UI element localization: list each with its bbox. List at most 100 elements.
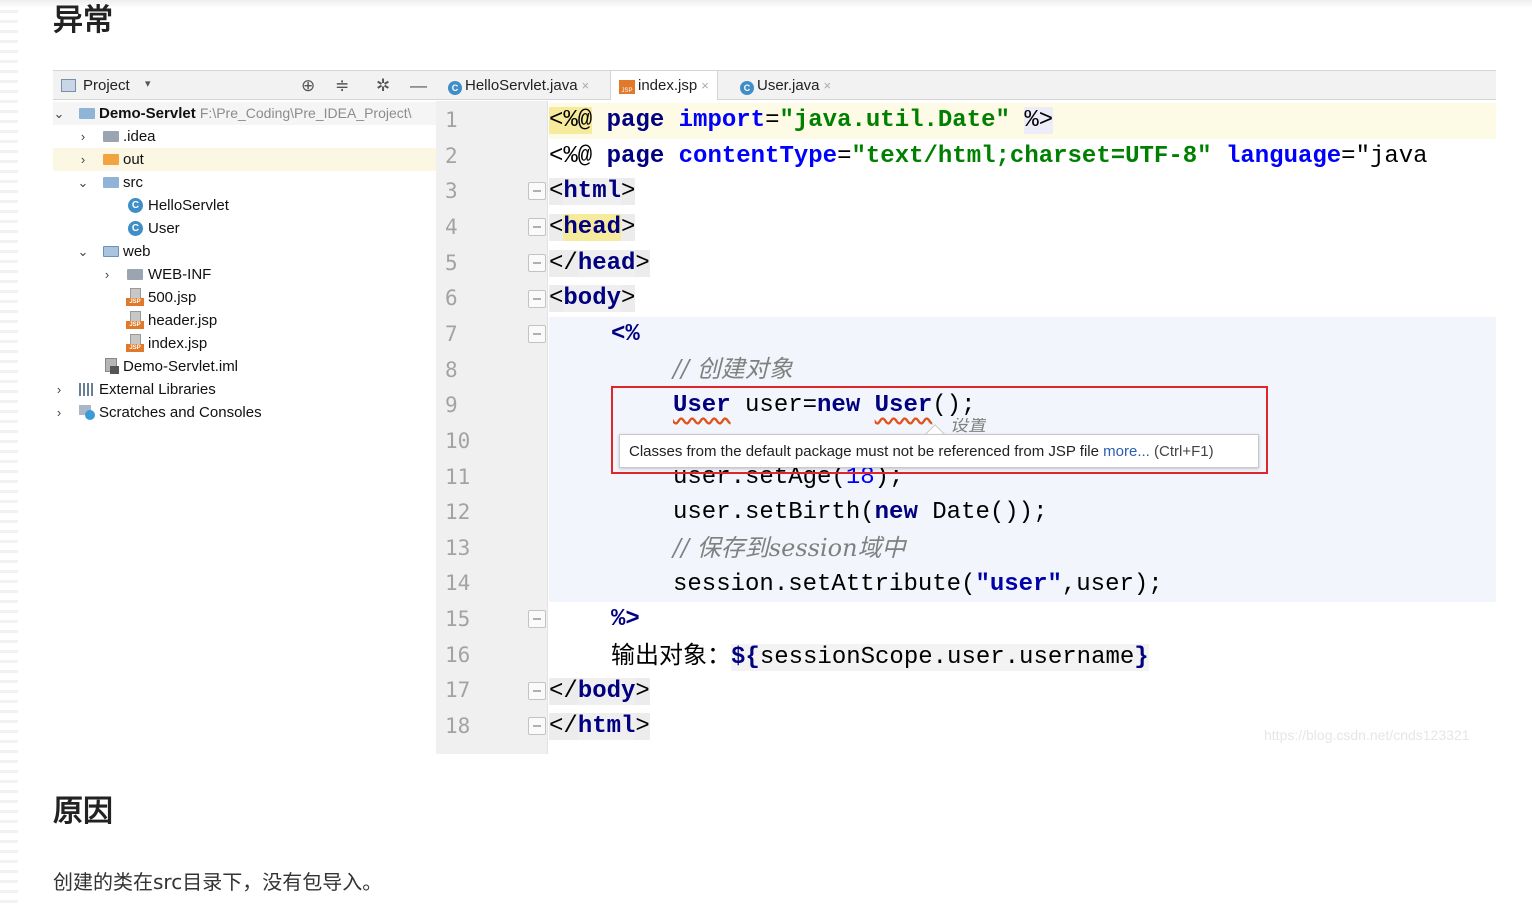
line-number: 1	[445, 108, 458, 132]
code-line-13: // 保存到session域中	[673, 534, 906, 562]
tree-item-label: Scratches and Consoles	[99, 404, 262, 421]
gear-icon[interactable]: ✲	[376, 76, 390, 96]
close-icon[interactable]: ×	[701, 78, 709, 93]
line-number: 4	[445, 214, 458, 239]
library-icon	[79, 383, 95, 396]
line-number: 15	[445, 607, 471, 632]
fold-marker-icon[interactable]	[528, 254, 546, 272]
fold-marker-icon[interactable]	[528, 610, 546, 628]
highlight-box	[611, 386, 1268, 474]
close-icon[interactable]: ×	[824, 78, 832, 93]
class-icon: C	[128, 198, 143, 213]
chevron-down-icon[interactable]: ▾	[145, 77, 151, 90]
code-line-4: <head>	[549, 214, 636, 241]
line-number: 12	[445, 500, 471, 525]
tree-item-label: WEB-INF	[148, 266, 212, 283]
tree-item-demo-servlet[interactable]: ⌄ Demo-Servlet F:\Pre_Coding\Pre_IDEA_Pr…	[53, 102, 436, 125]
fold-marker-icon[interactable]	[528, 717, 546, 735]
tree-item-out[interactable]: › out	[53, 148, 436, 171]
tree-item-label: header.jsp	[148, 312, 218, 329]
heading-reason: 原因	[53, 794, 113, 829]
line-number: 6	[445, 286, 458, 311]
code-line-18: </html>	[549, 713, 650, 740]
chevron-down-icon[interactable]: ⌄	[53, 102, 65, 125]
close-icon[interactable]: ×	[582, 78, 590, 93]
code-line-8: // 创建对象	[673, 355, 793, 383]
chevron-right-icon[interactable]: ›	[53, 401, 65, 424]
chevron-right-icon[interactable]: ›	[77, 125, 89, 148]
tree-item-label: src	[123, 174, 143, 191]
page-left-rail	[0, 0, 18, 905]
chevron-down-icon[interactable]: ⌄	[77, 171, 89, 194]
line-number: 17	[445, 678, 471, 703]
tree-item-label: .idea	[123, 128, 156, 145]
jsp-file-icon: JSP	[126, 288, 144, 306]
orange-folder-icon	[103, 154, 119, 165]
code-line-14: session.setAttribute("user",user);	[673, 571, 1163, 598]
tree-item-src[interactable]: ⌄ src	[53, 171, 436, 194]
project-view-icon	[61, 79, 76, 92]
line-number: 2	[445, 143, 458, 168]
tree-item-scratches[interactable]: › Scratches and Consoles	[53, 401, 436, 424]
tab-user-java[interactable]: C User.java ×	[740, 71, 831, 100]
tree-item-external-libraries[interactable]: › External Libraries	[53, 378, 436, 401]
web-folder-icon	[103, 246, 119, 257]
code-line-5: </head>	[549, 250, 650, 277]
folder-icon	[103, 131, 119, 142]
jsp-file-icon: JSP	[126, 311, 144, 329]
jsp-file-icon: JSP	[126, 334, 144, 352]
line-number: 8	[445, 357, 458, 382]
minimize-icon[interactable]: —	[410, 76, 427, 96]
chevron-right-icon[interactable]: ›	[101, 263, 113, 286]
project-view-selector[interactable]: Project	[83, 77, 130, 94]
project-panel-header: Project ▾ ⊕ ≑ ✲ —	[53, 70, 436, 100]
line-number: 3	[445, 179, 458, 204]
target-icon[interactable]: ⊕	[301, 76, 315, 96]
tree-item-label: HelloServlet	[148, 197, 229, 214]
chevron-right-icon[interactable]: ›	[53, 378, 65, 401]
fold-marker-icon[interactable]	[528, 218, 546, 236]
scratches-icon	[79, 405, 96, 420]
tree-item-web[interactable]: ⌄ web	[53, 240, 436, 263]
line-number: 5	[445, 250, 458, 275]
tab-helloservlet-java[interactable]: C HelloServlet.java ×	[448, 71, 589, 100]
code-line-6: <body>	[549, 285, 636, 312]
fold-marker-icon[interactable]	[528, 325, 546, 343]
project-path: F:\Pre_Coding\Pre_IDEA_Project\	[199, 105, 412, 121]
fold-marker-icon[interactable]	[528, 182, 546, 200]
code-line-12: user.setBirth(new Date());	[673, 499, 1048, 526]
iml-file-icon	[105, 358, 119, 374]
class-icon: C	[448, 81, 462, 95]
tree-item-label: Demo-Servlet.iml	[123, 358, 239, 375]
tree-item-500-jsp[interactable]: JSP 500.jsp	[53, 286, 436, 309]
tab-index-jsp[interactable]: JSP index.jsp ×	[610, 71, 718, 100]
tab-label: HelloServlet.java	[465, 77, 578, 94]
chevron-right-icon[interactable]: ›	[77, 148, 89, 171]
chevron-down-icon[interactable]: ⌄	[77, 240, 89, 263]
tree-item-helloservlet[interactable]: C HelloServlet	[53, 194, 436, 217]
tree-item-header-jsp[interactable]: JSP header.jsp	[53, 309, 436, 332]
tree-item-user[interactable]: C User	[53, 217, 436, 240]
jsp-file-icon: JSP	[619, 80, 635, 94]
tree-item-label: out	[123, 151, 144, 168]
fold-marker-icon[interactable]	[528, 290, 546, 308]
line-number: 14	[445, 571, 471, 596]
tree-item-label: index.jsp	[148, 335, 208, 352]
class-icon: C	[740, 81, 754, 95]
tree-item-idea[interactable]: › .idea	[53, 125, 436, 148]
code-line-1: <%@ page import="java.util.Date" %>	[549, 107, 1054, 134]
tree-item-iml[interactable]: Demo-Servlet.iml	[53, 355, 436, 378]
line-number: 13	[445, 535, 471, 560]
tree-item-web-inf[interactable]: › WEB-INF	[53, 263, 436, 286]
fold-marker-icon[interactable]	[528, 682, 546, 700]
reason-paragraph: 创建的类在src目录下，没有包导入。	[53, 870, 383, 894]
source-folder-icon	[103, 177, 119, 188]
line-number: 18	[445, 714, 471, 739]
collapse-icon[interactable]: ≑	[335, 76, 349, 96]
tree-item-label: Demo-Servlet	[99, 105, 196, 122]
tree-item-label: User	[148, 220, 180, 237]
folder-icon	[127, 269, 143, 280]
code-line-7: <%	[611, 321, 640, 348]
tree-item-index-jsp[interactable]: JSP index.jsp	[53, 332, 436, 355]
line-number: 9	[445, 393, 458, 418]
